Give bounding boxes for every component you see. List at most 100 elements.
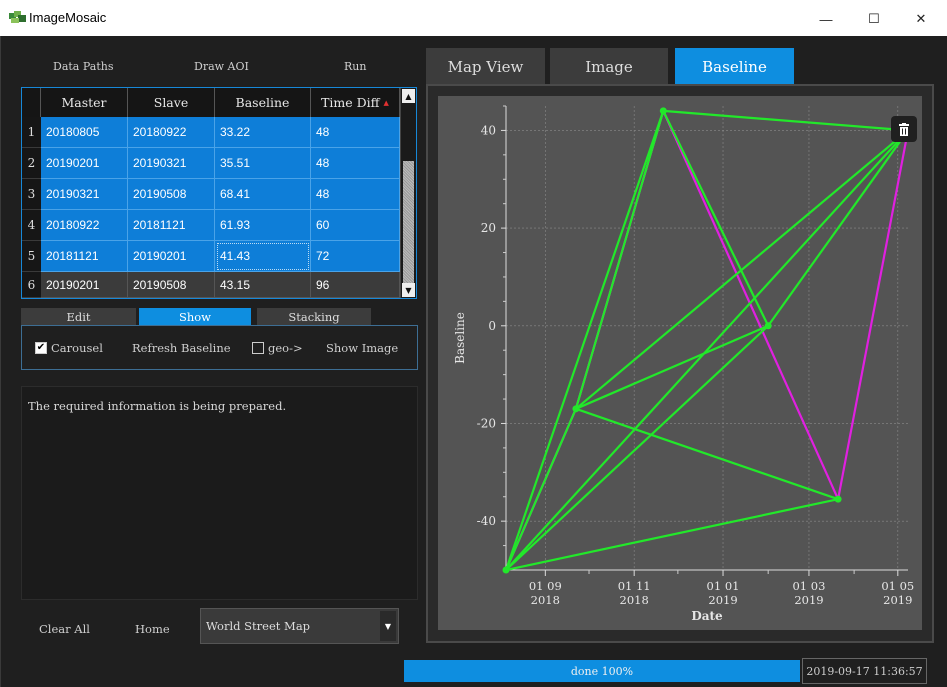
- clear-all-button[interactable]: Clear All: [39, 622, 90, 636]
- table-row[interactable]: 2 20190201 20190321 35.51 48: [22, 148, 400, 179]
- green-link-line: [504, 408, 577, 571]
- progress-bar: done 100%: [404, 660, 800, 682]
- green-link-line: [574, 110, 665, 410]
- cell-master[interactable]: 20190201: [41, 148, 128, 179]
- cell-timediff[interactable]: 60: [311, 210, 400, 241]
- carousel-checkbox[interactable]: ✔ Carousel: [35, 341, 103, 355]
- data-paths-button[interactable]: Data Paths: [53, 60, 113, 73]
- cell-baseline[interactable]: 61.93: [215, 210, 311, 241]
- baseline-plot[interactable]: 40 20 0 -20 -40 01 09 2018 01 11 2018 01 01 2019 01…: [438, 96, 922, 630]
- col-timediff[interactable]: Time Diff ▲: [311, 88, 400, 117]
- basemap-select-value: World Street Map: [206, 619, 311, 633]
- cell-timediff[interactable]: 72: [311, 241, 400, 272]
- data-point: [834, 495, 842, 503]
- trash-icon[interactable]: [891, 116, 917, 142]
- row-number-header: [22, 88, 41, 117]
- x-tick-year-label: 2019: [794, 593, 823, 607]
- maximize-button[interactable]: ☐: [854, 6, 894, 32]
- green-link-line: [505, 498, 839, 572]
- checkbox-empty-icon: [252, 342, 264, 354]
- cell-master[interactable]: 20190321: [41, 179, 128, 210]
- scroll-down-icon[interactable]: ▼: [402, 283, 415, 297]
- green-link-line: [663, 109, 909, 132]
- table-row[interactable]: 4 20180922 20181121 61.93 60: [22, 210, 400, 241]
- cell-master[interactable]: 20190201: [41, 272, 128, 298]
- scroll-thumb[interactable]: [403, 161, 414, 283]
- table-row[interactable]: 6 20190201 20190508 43.15 96: [22, 272, 400, 298]
- tab-show[interactable]: Show: [139, 308, 251, 326]
- tab-map-view[interactable]: Map View: [426, 48, 545, 85]
- minimize-button[interactable]: —: [806, 6, 846, 32]
- show-options-panel: ✔ Carousel Refresh Baseline geo-> Show I…: [21, 325, 418, 370]
- run-button[interactable]: Run: [344, 60, 366, 73]
- y-tick-label: 0: [488, 319, 496, 333]
- baseline-chart[interactable]: 40200-20-4001 09201801 11201801 01201901…: [438, 96, 922, 630]
- col-master[interactable]: Master: [41, 88, 128, 117]
- close-button[interactable]: ✕: [901, 6, 941, 32]
- cell-timediff[interactable]: 48: [311, 179, 400, 210]
- y-tick-label: -20: [477, 416, 496, 430]
- row-number: 6: [22, 272, 41, 298]
- x-tick-year-label: 2018: [531, 593, 560, 607]
- col-slave[interactable]: Slave: [128, 88, 215, 117]
- tab-baseline[interactable]: Baseline: [675, 48, 794, 85]
- cell-baseline[interactable]: 41.43: [215, 241, 311, 272]
- draw-aoi-button[interactable]: Draw AOI: [194, 60, 249, 73]
- x-tick-label: 01 11: [618, 579, 651, 593]
- magenta-link-line: [662, 110, 840, 500]
- home-button[interactable]: Home: [135, 622, 170, 636]
- x-tick-year-label: 2019: [708, 593, 737, 607]
- tab-stacking[interactable]: Stacking: [257, 308, 371, 326]
- window-title: ImageMosaic: [29, 10, 107, 25]
- data-point: [572, 405, 580, 413]
- mosaic-app-icon: [9, 11, 26, 23]
- green-link-line: [662, 110, 770, 327]
- geo-checkbox[interactable]: geo->: [252, 341, 303, 355]
- cell-baseline[interactable]: 43.15: [215, 272, 311, 298]
- sort-ascending-icon: ▲: [383, 98, 389, 107]
- cell-baseline[interactable]: 68.41: [215, 179, 311, 210]
- cell-slave[interactable]: 20180922: [128, 117, 215, 148]
- cell-slave[interactable]: 20190321: [128, 148, 215, 179]
- green-link-line: [504, 110, 665, 571]
- chevron-down-icon[interactable]: ▼: [380, 611, 396, 641]
- table-row[interactable]: 3 20190321 20190508 68.41 48: [22, 179, 400, 210]
- cell-slave[interactable]: 20190508: [128, 179, 215, 210]
- row-number: 5: [22, 241, 41, 272]
- row-number: 1: [22, 117, 41, 148]
- basemap-select[interactable]: World Street Map ▼: [200, 608, 399, 644]
- show-image-button[interactable]: Show Image: [326, 341, 398, 355]
- tab-image[interactable]: Image: [550, 48, 668, 85]
- data-point: [764, 322, 772, 330]
- row-number: 2: [22, 148, 41, 179]
- cell-timediff[interactable]: 96: [311, 272, 400, 298]
- cell-master[interactable]: 20180805: [41, 117, 128, 148]
- cell-timediff[interactable]: 48: [311, 117, 400, 148]
- geo-label: geo->: [268, 341, 303, 355]
- log-panel: The required information is being prepar…: [21, 386, 418, 600]
- cell-master[interactable]: 20181121: [41, 241, 128, 272]
- tab-edit[interactable]: Edit: [21, 308, 136, 326]
- title-bar: ImageMosaic — ☐ ✕: [0, 0, 947, 36]
- cell-slave[interactable]: 20190508: [128, 272, 215, 298]
- baseline-plot-frame: 40 20 0 -20 -40 01 09 2018 01 11 2018 01 01 2019 01…: [426, 84, 934, 643]
- cell-baseline[interactable]: 35.51: [215, 148, 311, 179]
- refresh-baseline-button[interactable]: Refresh Baseline: [132, 341, 231, 355]
- cell-master[interactable]: 20180922: [41, 210, 128, 241]
- cell-timediff[interactable]: 48: [311, 148, 400, 179]
- table-scrollbar[interactable]: ▲ ▼: [400, 88, 416, 298]
- scroll-up-icon[interactable]: ▲: [402, 89, 415, 103]
- x-tick-label: 01 05: [881, 579, 914, 593]
- row-number: 4: [22, 210, 41, 241]
- data-point: [659, 107, 667, 115]
- main-area: Data Paths Draw AOI Run Master Slave Bas…: [0, 36, 947, 687]
- green-link-line: [575, 324, 769, 410]
- col-baseline[interactable]: Baseline: [215, 88, 311, 117]
- table-row[interactable]: 1 20180805 20180922 33.22 48: [22, 117, 400, 148]
- green-link-line: [505, 129, 909, 571]
- col-timediff-label: Time Diff: [321, 95, 380, 110]
- cell-slave[interactable]: 20181121: [128, 210, 215, 241]
- table-row[interactable]: 5 20181121 20190201 41.43 72: [22, 241, 400, 272]
- cell-slave[interactable]: 20190201: [128, 241, 215, 272]
- cell-baseline[interactable]: 33.22: [215, 117, 311, 148]
